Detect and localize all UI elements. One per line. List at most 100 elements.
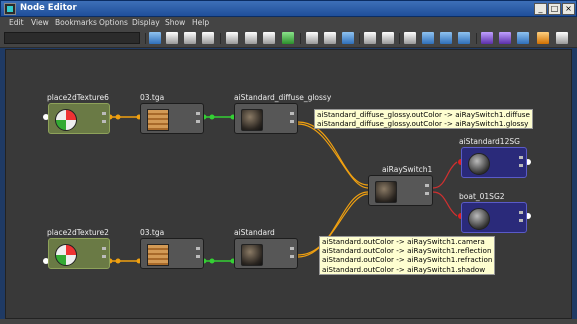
maximize-button[interactable]: □ (548, 3, 561, 15)
port-place6-out-b (115, 114, 121, 120)
tooltip-line: aiStandard.outColor -> aiRaySwitch1.shad… (322, 264, 486, 274)
toolbar-separator (399, 33, 400, 44)
node-port-marker (102, 247, 106, 250)
graph-refresh-icon[interactable] (149, 32, 161, 44)
node-editor-app-icon (4, 3, 16, 15)
node-title-aistandard12sg: aiStandard12SG (459, 137, 520, 146)
wire-switch-to-sg1 (432, 161, 458, 189)
output-connections-icon[interactable] (202, 32, 214, 44)
tooltip-line: aiStandard_diffuse_glossy.outColor -> ai… (317, 110, 530, 119)
node-title-place2dtexture2: place2dTexture2 (47, 228, 109, 237)
connected-mode-icon[interactable] (342, 32, 354, 44)
close-button[interactable]: × (562, 3, 575, 15)
shader-sphere-swatch-icon (241, 244, 263, 266)
node-title-place2dtexture6: place2dTexture6 (47, 93, 109, 102)
toolbar-separator (145, 33, 146, 44)
node-port-marker (196, 255, 200, 258)
tooltip-line: aiStandard.outColor -> aiRaySwitch1.refr… (322, 255, 493, 265)
swatch-render-icon[interactable] (499, 32, 511, 44)
shader-sphere-swatch-icon (241, 109, 263, 131)
simple-mode-icon[interactable] (324, 32, 336, 44)
menu-bookmarks[interactable]: Bookmarks (55, 18, 97, 27)
place2d-swatch-icon (55, 244, 77, 266)
node-03tga-bottom[interactable] (140, 238, 204, 269)
add-selected-icon[interactable] (226, 32, 238, 44)
bookmark-icon[interactable] (422, 32, 434, 44)
graph-network-icon[interactable] (282, 32, 294, 44)
shading-group-sphere-icon (468, 208, 490, 230)
node-graph-canvas[interactable]: place2dTexture6 03.tga aiStandard_diffus… (5, 49, 572, 319)
shading-group-sphere-icon (468, 153, 490, 175)
tooltip-line: aiStandard_diffuse_glossy.outColor -> ai… (317, 119, 529, 129)
window-title: Node Editor (20, 3, 77, 13)
node-boat01sg2[interactable] (461, 202, 527, 233)
tooltip-line: aiStandard.outColor -> aiRaySwitch1.refl… (322, 246, 492, 256)
node-place2dtexture2[interactable] (48, 238, 110, 269)
node-aistandard12sg[interactable] (461, 147, 527, 178)
port-tga1-out-b (209, 114, 215, 120)
highlight-icon[interactable] (537, 32, 549, 44)
node-port-marker (290, 120, 294, 123)
node-airayswitch1[interactable] (368, 175, 433, 206)
remove-selected-icon[interactable] (245, 32, 257, 44)
node-03tga-top[interactable] (140, 103, 204, 134)
node-aistandard-diffuse-glossy[interactable] (234, 103, 298, 134)
menu-edit[interactable]: Edit (9, 18, 24, 27)
wire-switch-to-sg2 (432, 191, 458, 217)
menu-options[interactable]: Options (99, 18, 128, 27)
grid-icon[interactable] (382, 32, 394, 44)
frame-all-icon[interactable] (404, 32, 416, 44)
previous-bookmark-icon[interactable] (440, 32, 452, 44)
node-title-aistandard-diffuse-glossy: aiStandard_diffuse_glossy (234, 93, 332, 102)
connection-tooltip-top: aiStandard_diffuse_glossy.outColor -> ai… (314, 109, 533, 130)
next-bookmark-icon[interactable] (458, 32, 470, 44)
toolbar-separator (300, 33, 301, 44)
toolbar-separator (359, 33, 360, 44)
port-tga2-out-b (209, 258, 215, 264)
pin-icon[interactable] (364, 32, 376, 44)
node-port-marker (519, 219, 523, 222)
wood-texture-swatch-icon (147, 109, 169, 131)
node-port-marker (290, 112, 294, 115)
layout-nodes-icon[interactable] (306, 32, 318, 44)
menu-bar: Edit View Bookmarks Options Display Show… (0, 17, 577, 30)
node-title-03tga-bottom: 03.tga (140, 228, 165, 237)
node-port-marker (519, 211, 523, 214)
node-port-marker (425, 192, 429, 195)
window-bottom-border (0, 319, 577, 324)
menu-help[interactable]: Help (192, 18, 209, 27)
wire-diffuse-to-switch-1 (297, 121, 369, 186)
port-place2-out-b (115, 258, 121, 264)
toolbar-separator (220, 33, 221, 44)
menu-display[interactable]: Display (132, 18, 160, 27)
search-input[interactable] (4, 32, 140, 44)
window-titlebar[interactable]: Node Editor _ □ × (0, 0, 577, 17)
tooltip-line: aiStandard.outColor -> aiRaySwitch1.came… (322, 237, 485, 246)
toolbar (0, 30, 577, 48)
clear-graph-icon[interactable] (263, 32, 275, 44)
node-port-marker (425, 184, 429, 187)
node-port-marker (519, 164, 523, 167)
node-title-aistandard: aiStandard (234, 228, 275, 237)
node-title-boat01sg2: boat_01SG2 (459, 192, 505, 201)
connection-tooltip-bottom: aiStandard.outColor -> aiRaySwitch1.came… (319, 236, 496, 275)
node-port-marker (519, 156, 523, 159)
node-port-marker (196, 112, 200, 115)
wood-texture-swatch-icon (147, 244, 169, 266)
material-view-icon[interactable] (517, 32, 529, 44)
node-place2dtexture6[interactable] (48, 103, 110, 134)
node-port-marker (290, 255, 294, 258)
shader-sphere-swatch-icon (375, 181, 397, 203)
menu-show[interactable]: Show (165, 18, 185, 27)
menu-view[interactable]: View (31, 18, 49, 27)
input-output-connections-icon[interactable] (184, 32, 196, 44)
node-port-marker (196, 247, 200, 250)
toolbar-separator (476, 33, 477, 44)
node-aistandard[interactable] (234, 238, 298, 269)
input-connections-icon[interactable] (166, 32, 178, 44)
settings-icon[interactable] (556, 32, 568, 44)
place2d-swatch-icon (55, 109, 77, 131)
wire-diffuse-to-switch-2 (297, 123, 369, 189)
minimize-button[interactable]: _ (534, 3, 547, 15)
swatch-display-icon[interactable] (481, 32, 493, 44)
